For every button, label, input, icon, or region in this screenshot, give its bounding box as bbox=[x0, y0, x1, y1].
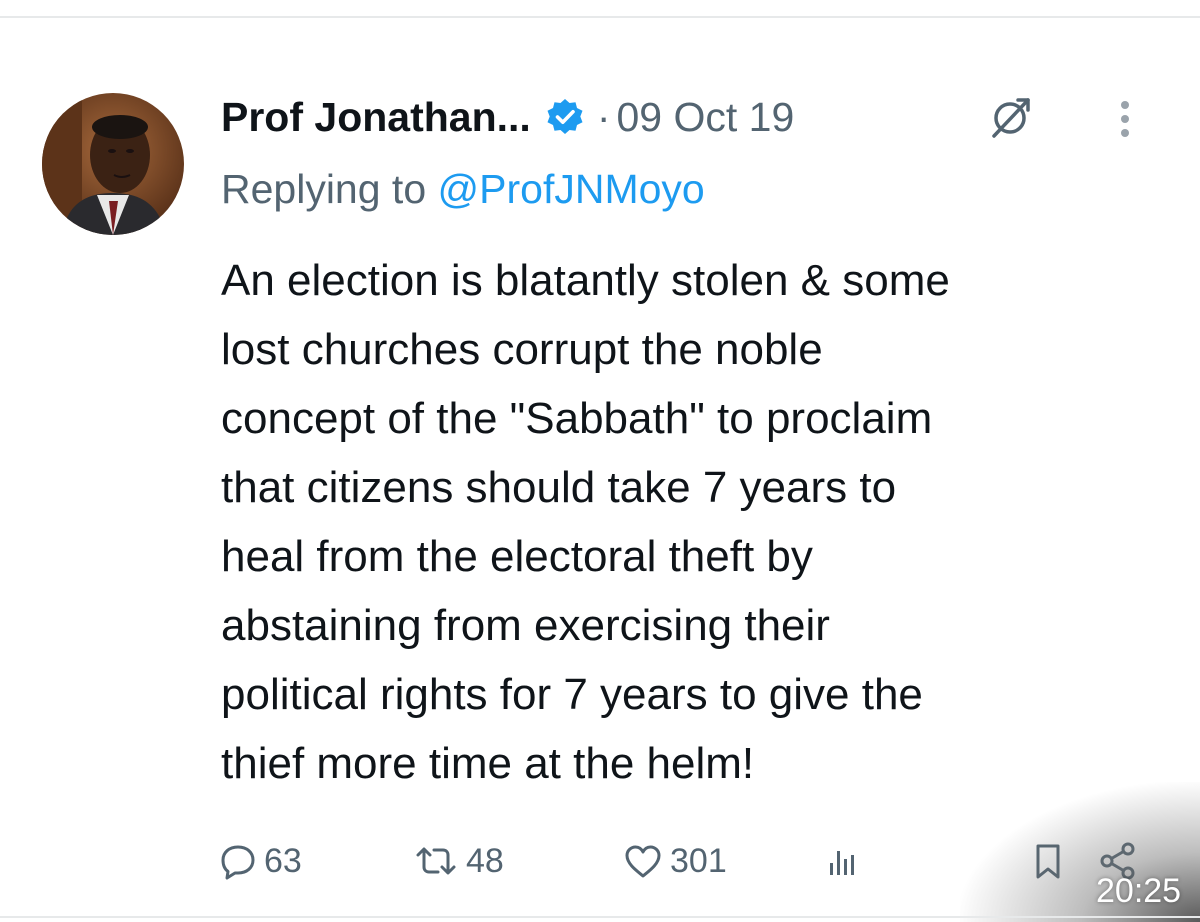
post-text-line: political rights for 7 years to give the bbox=[221, 670, 923, 719]
top-divider bbox=[0, 16, 1200, 18]
heart-icon bbox=[625, 845, 661, 878]
repost-count: 48 bbox=[466, 841, 504, 880]
avatar-photo bbox=[42, 93, 184, 235]
reply-icon bbox=[221, 845, 255, 880]
post-text-line: concept of the "Sabbath" to proclaim bbox=[221, 394, 933, 443]
author-name[interactable]: Prof Jonathan... bbox=[221, 94, 531, 141]
header-separator: · bbox=[596, 93, 611, 140]
like-button[interactable]: 301 bbox=[622, 838, 727, 884]
post-date[interactable]: 09 Oct 19 bbox=[616, 94, 794, 141]
bookmark-button[interactable] bbox=[1030, 838, 1066, 884]
grok-icon[interactable] bbox=[988, 94, 1034, 140]
post-header: Prof Jonathan... · 09 Oct 19 bbox=[221, 87, 794, 147]
post-text-line: that citizens should take 7 years to bbox=[221, 463, 897, 512]
post-text-line: lost churches corrupt the noble bbox=[221, 325, 823, 374]
reply-count: 63 bbox=[264, 841, 302, 880]
more-vertical-icon[interactable] bbox=[1110, 96, 1140, 142]
verified-badge-icon bbox=[545, 97, 585, 137]
bookmark-icon bbox=[1036, 844, 1060, 879]
repost-button[interactable]: 48 bbox=[412, 838, 504, 884]
post-text-line: thief more time at the helm! bbox=[221, 739, 755, 788]
replying-prefix: Replying to bbox=[221, 166, 438, 212]
analytics-icon bbox=[830, 851, 854, 875]
post-text-line: An election is blatantly stolen & some bbox=[221, 256, 950, 305]
post-text-line: abstaining from exercising their bbox=[221, 601, 830, 650]
post-text: An election is blatantly stolen & some l… bbox=[221, 246, 1151, 798]
replying-handle-link[interactable]: @ProfJNMoyo bbox=[438, 166, 705, 212]
like-count: 301 bbox=[670, 841, 727, 880]
reply-button[interactable]: 63 bbox=[218, 838, 302, 884]
replying-to: Replying to @ProfJNMoyo bbox=[221, 166, 705, 213]
views-button[interactable] bbox=[824, 838, 860, 884]
avatar[interactable] bbox=[42, 93, 184, 235]
status-bar-time: 20:25 bbox=[1096, 872, 1182, 910]
bottom-divider bbox=[0, 916, 1200, 918]
post-text-line: heal from the electoral theft by bbox=[221, 532, 813, 581]
repost-icon bbox=[416, 847, 456, 875]
